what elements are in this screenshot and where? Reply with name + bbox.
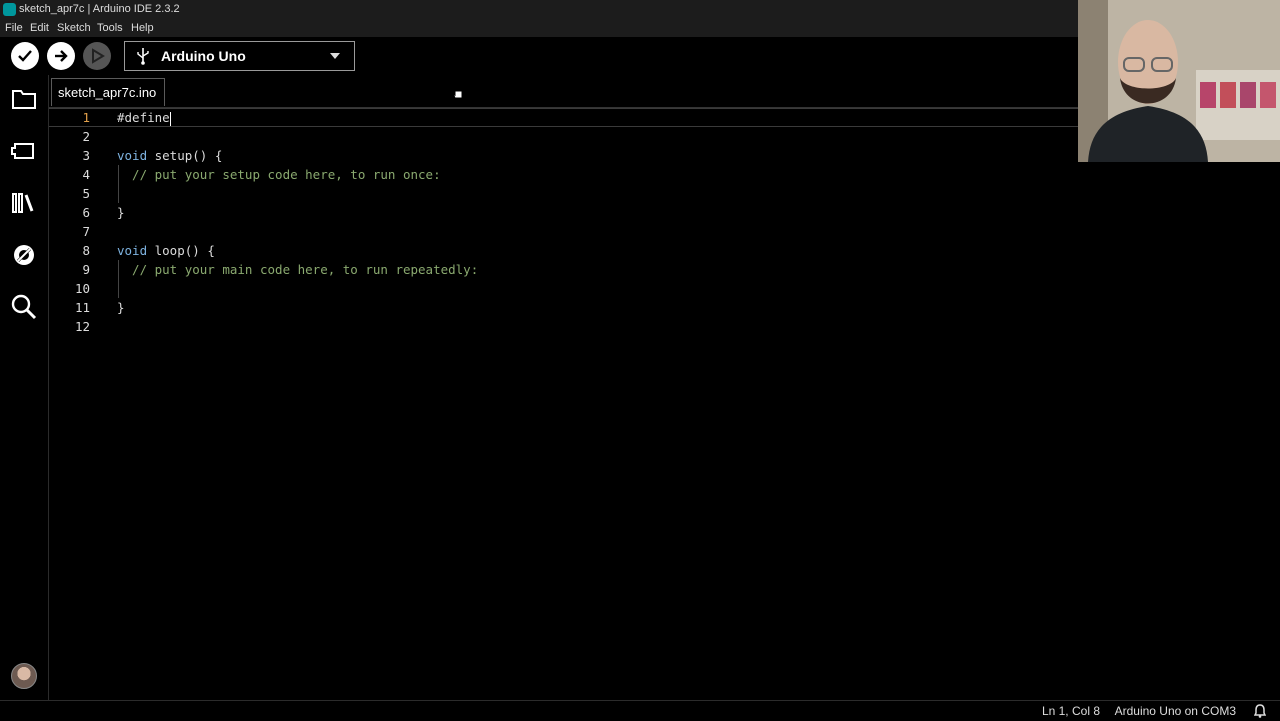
board-selector[interactable]: Arduino Uno [124,41,355,71]
line-number: 2 [82,129,90,144]
board-name: Arduino Uno [161,48,246,64]
webcam-person-image [1078,0,1280,162]
code-line-10[interactable]: 10 [49,279,1280,298]
window-title: sketch_apr7c | Arduino IDE 2.3.2 [19,3,180,15]
line-number: 7 [82,224,90,239]
code-comment: // put your main code here, to run repea… [117,262,479,277]
debug-button[interactable] [83,42,111,70]
line-number: 5 [82,186,90,201]
text-caret [169,111,171,126]
library-icon[interactable] [10,189,38,217]
mouse-pointer-icon [452,84,463,99]
check-icon [18,50,32,62]
line-number: 3 [82,148,90,163]
menu-edit[interactable]: Edit [30,19,49,37]
status-bar: Ln 1, Col 8 Arduino Uno on COM3 [0,700,1280,721]
code-line-7[interactable]: 7 [49,222,1280,241]
code-line-12[interactable]: 12 [49,317,1280,336]
line-number: 4 [82,167,90,182]
line-number: 11 [74,300,90,315]
folder-icon[interactable] [10,85,38,113]
upload-button[interactable] [47,42,75,70]
arrow-right-icon [55,50,68,62]
menu-file[interactable]: File [5,19,23,37]
chevron-down-icon [330,53,340,59]
keyword: void [117,148,148,163]
code-text: } [117,300,125,315]
line-number: 10 [74,281,90,296]
code-text: void setup() { [117,148,223,163]
code-line-6[interactable]: 6 } [49,203,1280,222]
keyword: void [117,243,148,258]
webcam-overlay [1078,0,1280,162]
code-line-8[interactable]: 8 void loop() { [49,241,1280,260]
tab-sketch-file[interactable]: sketch_apr7c.ino [51,78,166,106]
menu-sketch[interactable]: Sketch [57,19,91,37]
menu-tools[interactable]: Tools [97,19,123,37]
code-line-11[interactable]: 11 } [49,298,1280,317]
line-number: 12 [74,319,90,334]
debug-play-icon [92,48,105,64]
debug-no-icon[interactable] [10,241,38,269]
code-line-9[interactable]: 9 // put your main code here, to run rep… [49,260,1280,279]
menu-help[interactable]: Help [131,19,154,37]
usb-icon [137,48,149,65]
line-number: 1 [82,110,90,125]
code-text: } [117,205,125,220]
bell-icon[interactable] [1254,704,1266,718]
verify-button[interactable] [11,42,39,70]
line-number: 6 [82,205,90,220]
code-line-4[interactable]: 4 // put your setup code here, to run on… [49,165,1280,184]
cursor-position[interactable]: Ln 1, Col 8 [1042,701,1100,721]
code-text: #define [117,110,171,126]
code-comment: // put your setup code here, to run once… [117,167,441,182]
avatar[interactable] [11,663,37,689]
line-number: 8 [82,243,90,258]
arduino-app-icon [3,3,16,16]
search-icon[interactable] [10,293,38,321]
sidebar [0,75,49,700]
board-port-status[interactable]: Arduino Uno on COM3 [1115,701,1236,721]
code-editor[interactable]: 1 #define 2 3 void setup() { 4 // put yo… [49,108,1280,700]
line-number: 9 [82,262,90,277]
code-text: void loop() { [117,243,215,258]
board-manager-icon[interactable] [10,137,38,165]
code-line-5[interactable]: 5 [49,184,1280,203]
